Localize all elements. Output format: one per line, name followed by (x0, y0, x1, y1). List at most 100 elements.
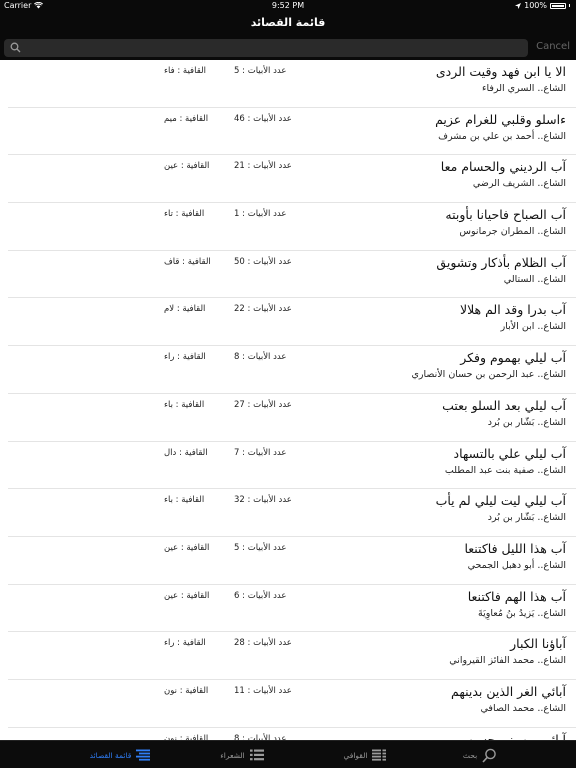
tab-search[interactable]: بحث (408, 741, 552, 769)
poem-poet: الشاع.. المطران جرمانوس (459, 226, 566, 238)
verse-count-label: عدد الأبيات : (242, 352, 287, 363)
poem-rhyme: القافية : باء (164, 495, 204, 505)
poem-row[interactable]: آب ليلي ليت ليلي لم يأب الشاع.. بَشّار بن… (8, 489, 576, 537)
poem-verse-count: عدد الأبيات : 6 (234, 591, 286, 601)
verse-count-value: 50 (234, 256, 245, 267)
poem-row[interactable]: آب ليلي علي بالتسهاد الشاع.. صفية بنت عبد… (8, 442, 576, 490)
verse-count-label: عدد الأبيات : (242, 590, 287, 601)
poem-title: آب ليلي علي بالتسهاد (453, 445, 566, 461)
poem-row[interactable]: آب هذا الهم فاكتنعا الشاع.. يَزيدُ بنُ مُ… (8, 585, 576, 633)
poem-title: آبائي من بني حسن (467, 731, 566, 740)
poem-verse-count: عدد الأبيات : 27 (234, 400, 292, 410)
poem-verse-count: عدد الأبيات : 21 (234, 161, 292, 171)
poem-title: آب هذا الهم فاكتنعا (467, 588, 566, 604)
rhyme-value: عين (164, 590, 179, 601)
people-list-icon (249, 749, 264, 761)
page-title: قائمة القصائد (250, 16, 326, 29)
verse-count-value: 5 (234, 542, 240, 553)
search-bar: Cancel (0, 36, 576, 60)
status-bar: Carrier 9:52 PM 100% (0, 0, 576, 12)
verse-count-label: عدد الأبيات : (247, 113, 292, 124)
tab-search-label: بحث (462, 750, 478, 760)
rhyme-label: القافية : (175, 399, 205, 410)
poem-row[interactable]: ءاسلو وقلبي للغرام عزيم الشاع.. أحمد بن ع… (8, 108, 576, 156)
poem-title: آباؤنا الكبار (510, 636, 566, 652)
poem-row[interactable]: آباؤنا الكبار الشاع.. محمد الفائز القيروا… (8, 632, 576, 680)
poem-row[interactable]: آب الصباح فاحيانا بأوبته الشاع.. المطران … (8, 203, 576, 251)
verse-count-label: عدد الأبيات : (242, 447, 287, 458)
poem-rhyme: القافية : نون (164, 686, 208, 696)
verse-count-value: 11 (234, 685, 245, 696)
rhyme-value: تاء (164, 209, 173, 220)
rhyme-label: القافية : (175, 495, 205, 506)
poem-title: آب ليلي ليت ليلي لم يأب (435, 493, 566, 509)
poem-row[interactable]: آب الظلام بأذكار وتشويق الشاع.. الستالي عد… (8, 251, 576, 299)
poem-row[interactable]: آب الرديني والحسام معا الشاع.. الشريف الر… (8, 155, 576, 204)
verse-count-value: 21 (234, 161, 245, 172)
list-icon (136, 749, 151, 761)
poem-poet: الشاع.. الستالي (503, 273, 566, 285)
poem-title: آبائي الغر الذين بدينهم (451, 683, 566, 699)
poem-row[interactable]: آب ليلي بهموم وفكر الشاع.. عبد الرحمن بن … (8, 346, 576, 394)
rhyme-value: راء (164, 638, 175, 649)
poem-poet: الشاع.. يَزيدُ بنُ مُعاوِيَةَ (478, 607, 566, 619)
poem-rhyme: القافية : عين (164, 543, 209, 553)
battery-icon (550, 2, 566, 9)
rhyme-value: عين (164, 542, 179, 553)
poem-poet: الشاع.. محمد الفائز القيرواني (449, 655, 566, 667)
search-icon (482, 748, 496, 763)
search-input[interactable] (24, 39, 524, 59)
poem-row[interactable]: آبائي من بني حسن عدد الأبيات : 8 القافية :… (8, 728, 576, 740)
verse-count-label: عدد الأبيات : (247, 638, 292, 649)
rhyme-label: القافية : (179, 685, 209, 696)
poem-title: آب الرديني والحسام معا (440, 159, 566, 175)
status-right: 100% (515, 1, 570, 10)
verse-count-value: 46 (234, 113, 245, 124)
poem-row[interactable]: آبائي الغر الذين بدينهم الشاع.. محمد الصا… (8, 680, 576, 728)
navigation-bar: قائمة القصائد (0, 12, 576, 36)
poem-poet: الشاع.. بَشّار بن بُرد (487, 512, 566, 524)
poem-rhyme: القافية : دال (164, 448, 208, 458)
verse-count-label: عدد الأبيات : (247, 304, 292, 315)
tab-bar: قائمة القصائد الشعراء القوافي بحث (0, 740, 576, 768)
poem-poet: الشاع.. أحمد بن علي بن مشرف (438, 130, 566, 142)
poem-rhyme: القافية : راء (164, 352, 206, 362)
poem-row[interactable]: آب بدرا وقد الم هلالا الشاع.. ابن الأبار ع… (8, 298, 576, 347)
rhyme-value: فاء (164, 66, 175, 76)
poem-poet: الشاع.. الشريف الرضي (472, 178, 566, 190)
rhyme-label: القافية : (182, 256, 211, 267)
poem-verse-count: عدد الأبيات : 32 (234, 495, 292, 505)
poem-title: آب ليلي بعد السلو بعتب (442, 397, 566, 413)
poem-row[interactable]: آب هذا الليل فاكتنعا الشاع.. أبو دهبل الج… (8, 537, 576, 585)
poem-verse-count: عدد الأبيات : 11 (234, 686, 292, 696)
battery-percent: 100% (524, 1, 547, 10)
poem-poet: الشاع.. صفية بنت عبد المطلب (444, 464, 566, 476)
cancel-button[interactable]: Cancel (536, 41, 570, 52)
verse-count-label: عدد الأبيات : (242, 209, 287, 220)
poem-rhyme: القافية : ميم (164, 114, 208, 124)
poem-rhyme: القافية : راء (164, 638, 206, 648)
tab-poets-label: الشعراء (220, 750, 245, 760)
verse-count-value: 8 (234, 352, 240, 363)
rhyme-value: عين (164, 161, 179, 172)
poem-row[interactable]: الا يا ابن فهد وقيت الردى الشاع.. السري ا… (8, 60, 576, 108)
poem-verse-count: عدد الأبيات : 7 (234, 448, 286, 458)
search-field[interactable] (4, 39, 528, 59)
rhyme-value: باء (164, 399, 173, 410)
rhyme-value: قاف (164, 256, 180, 267)
poem-title: آب الظلام بأذكار وتشويق (436, 254, 566, 270)
verse-count-value: 22 (234, 304, 245, 315)
verse-count-label: عدد الأبيات : (247, 256, 292, 267)
poem-title: آب ليلي بهموم وفكر (460, 350, 566, 366)
verse-count-label: عدد الأبيات : (242, 66, 287, 76)
poem-verse-count: عدد الأبيات : 1 (234, 209, 286, 219)
status-time: 9:52 PM (271, 1, 305, 10)
rhyme-value: باء (164, 495, 173, 506)
poem-rhyme: القافية : فاء (164, 66, 206, 76)
poems-list[interactable]: الا يا ابن فهد وقيت الردى الشاع.. السري ا… (0, 60, 576, 740)
rhyme-value: نون (164, 685, 177, 696)
poem-verse-count: عدد الأبيات : 28 (234, 638, 292, 648)
rhyme-value: لام (164, 304, 175, 315)
poem-row[interactable]: آب ليلي بعد السلو بعتب الشاع.. بَشّار بن … (8, 394, 576, 442)
location-arrow-icon (515, 2, 522, 9)
